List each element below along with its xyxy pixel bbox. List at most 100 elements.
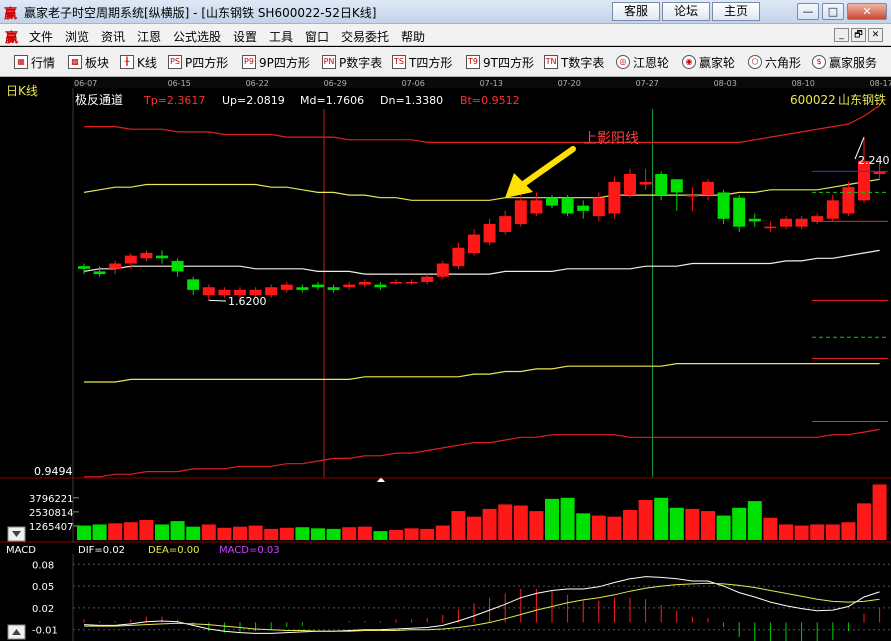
candle-body xyxy=(795,218,808,227)
tool-p-square[interactable]: PS P四方形 xyxy=(168,54,228,70)
menu-window[interactable]: 窗口 xyxy=(305,28,329,45)
customer-service-button[interactable]: 客服 xyxy=(612,2,660,21)
menu-tools[interactable]: 工具 xyxy=(269,28,293,45)
macd-scroll-button[interactable] xyxy=(7,624,26,640)
chart-area[interactable]: 06-07 06-15 06-22 06-29 07-06 07-13 07-20 07-27… xyxy=(0,77,891,641)
menu-gann[interactable]: 江恩 xyxy=(137,28,161,45)
mdi-restore-icon[interactable]: 🗗 xyxy=(851,28,866,42)
date-tick: 06-07 xyxy=(74,79,97,88)
tool-9p-square[interactable]: P9 9P四方形 xyxy=(242,54,310,70)
tool-label: 赢家服务 xyxy=(829,55,878,70)
tool-label: P四方形 xyxy=(185,55,229,70)
macd-value-label: MACD=0.03 xyxy=(219,545,280,556)
volume-bar xyxy=(669,507,684,540)
minimize-icon[interactable]: — xyxy=(797,3,819,20)
macd-tick: 0.05 xyxy=(32,582,54,593)
candle-body xyxy=(358,281,371,285)
volume-axis: 3796221 2530814 1265407 xyxy=(29,494,79,533)
forum-button[interactable]: 论坛 xyxy=(662,2,710,21)
volume-bar xyxy=(825,524,840,540)
candle-body xyxy=(436,263,449,277)
candle-body xyxy=(280,284,293,290)
tool-label: 9T四方形 xyxy=(483,55,534,70)
candle-body xyxy=(530,200,543,214)
macd-tick: 0.02 xyxy=(32,604,54,615)
mdi-minimize-icon[interactable]: _ xyxy=(834,28,849,42)
close-icon[interactable]: ✕ xyxy=(847,3,887,20)
menu-help[interactable]: 帮助 xyxy=(401,28,425,45)
stock-code: 600022 xyxy=(790,93,836,107)
menu-formula-select[interactable]: 公式选股 xyxy=(173,28,221,45)
volume-bar xyxy=(763,517,778,540)
volume-bar xyxy=(654,497,669,540)
tool-label: 9P四方形 xyxy=(259,55,310,70)
candle-body xyxy=(780,218,792,227)
volume-bar xyxy=(498,504,513,540)
candle-body xyxy=(202,287,215,296)
candle-body xyxy=(514,200,527,225)
tn-table-icon: TN xyxy=(544,55,558,69)
menu-info[interactable]: 资讯 xyxy=(101,28,125,45)
candle-body xyxy=(187,279,200,290)
tool-blocks[interactable]: ▩ 板块 xyxy=(68,54,109,70)
volume-bar xyxy=(357,526,372,540)
window-title: 赢家老子时空周期系统[纵横版] - [山东钢铁 SH600022-52日K线] xyxy=(24,6,377,20)
high-price-label: 2.240 xyxy=(858,154,890,167)
t9-square-icon: T9 xyxy=(466,55,480,69)
volume-scroll-button[interactable] xyxy=(7,526,26,542)
tool-hexagon[interactable]: ⬡ 六角形 xyxy=(748,54,801,70)
date-tick: 06-15 xyxy=(168,79,191,88)
blocks-icon: ▩ xyxy=(68,55,82,69)
volume-bar xyxy=(233,526,247,540)
date-tick: 07-20 xyxy=(558,79,581,88)
tool-t-square[interactable]: TS T四方形 xyxy=(392,54,452,70)
tool-p-table[interactable]: PN P数字表 xyxy=(322,54,382,70)
candle-body xyxy=(93,271,106,275)
tool-label: 板块 xyxy=(85,55,110,70)
candle-body xyxy=(842,187,855,214)
chart-background xyxy=(0,77,891,641)
date-tick: 08-10 xyxy=(792,79,815,88)
volume-bar xyxy=(810,524,825,540)
annotation-label: 上影阳线 xyxy=(583,131,639,147)
volume-bar xyxy=(591,515,606,540)
volume-bar xyxy=(108,523,123,540)
mdi-close-icon[interactable]: ✕ xyxy=(868,28,883,42)
tool-label: T数字表 xyxy=(561,55,605,70)
candle-body xyxy=(670,179,683,193)
candle-body xyxy=(639,181,652,185)
chart-svg[interactable]: 06-07 06-15 06-22 06-29 07-06 07-13 07-20 07-27… xyxy=(0,77,891,641)
panel-label: 日K线 xyxy=(6,84,38,98)
volume-bar xyxy=(545,498,559,540)
tool-9t-square[interactable]: T9 9T四方形 xyxy=(466,54,534,70)
tool-winner-wheel[interactable]: ◉ 赢家轮 xyxy=(682,54,735,70)
tool-label: 行情 xyxy=(31,55,56,70)
tool-quotes[interactable]: ▦ 行情 xyxy=(14,54,55,70)
tool-service[interactable]: $ 赢家服务 xyxy=(812,54,877,70)
tool-kline[interactable]: ╫ K线 xyxy=(120,54,157,70)
tool-t-table[interactable]: TN T数字表 xyxy=(544,54,604,70)
menu-trade[interactable]: 交易委托 xyxy=(341,28,389,45)
macd-name: MACD xyxy=(6,545,36,556)
candle-body xyxy=(608,181,621,214)
volume-bar xyxy=(279,527,294,540)
volume-bar xyxy=(435,525,450,540)
toolbar: ▦ 行情 ▩ 板块 ╫ K线 PS P四方形 P9 9P四方形 PN P数字表 TS T四方形… xyxy=(0,47,891,77)
tool-label: T四方形 xyxy=(409,55,453,70)
candle-body xyxy=(374,284,387,288)
tool-gann-wheel[interactable]: ◎ 江恩轮 xyxy=(616,54,669,70)
menu-settings[interactable]: 设置 xyxy=(233,28,257,45)
volume-bar xyxy=(513,505,528,540)
macd-dif-label: DIF=0.02 xyxy=(78,545,125,556)
homepage-button[interactable]: 主页 xyxy=(712,2,760,21)
volume-bar xyxy=(623,510,637,540)
menu-browse[interactable]: 浏览 xyxy=(65,28,89,45)
volume-bar xyxy=(529,511,544,540)
menu-file[interactable]: 文件 xyxy=(29,28,53,45)
p-square-icon: PS xyxy=(168,55,182,69)
candle-body xyxy=(811,216,824,222)
date-tick: 06-29 xyxy=(324,79,347,88)
tool-label: 赢家轮 xyxy=(699,55,736,70)
volume-bar xyxy=(77,525,91,540)
maximize-icon[interactable]: □ xyxy=(822,3,844,20)
